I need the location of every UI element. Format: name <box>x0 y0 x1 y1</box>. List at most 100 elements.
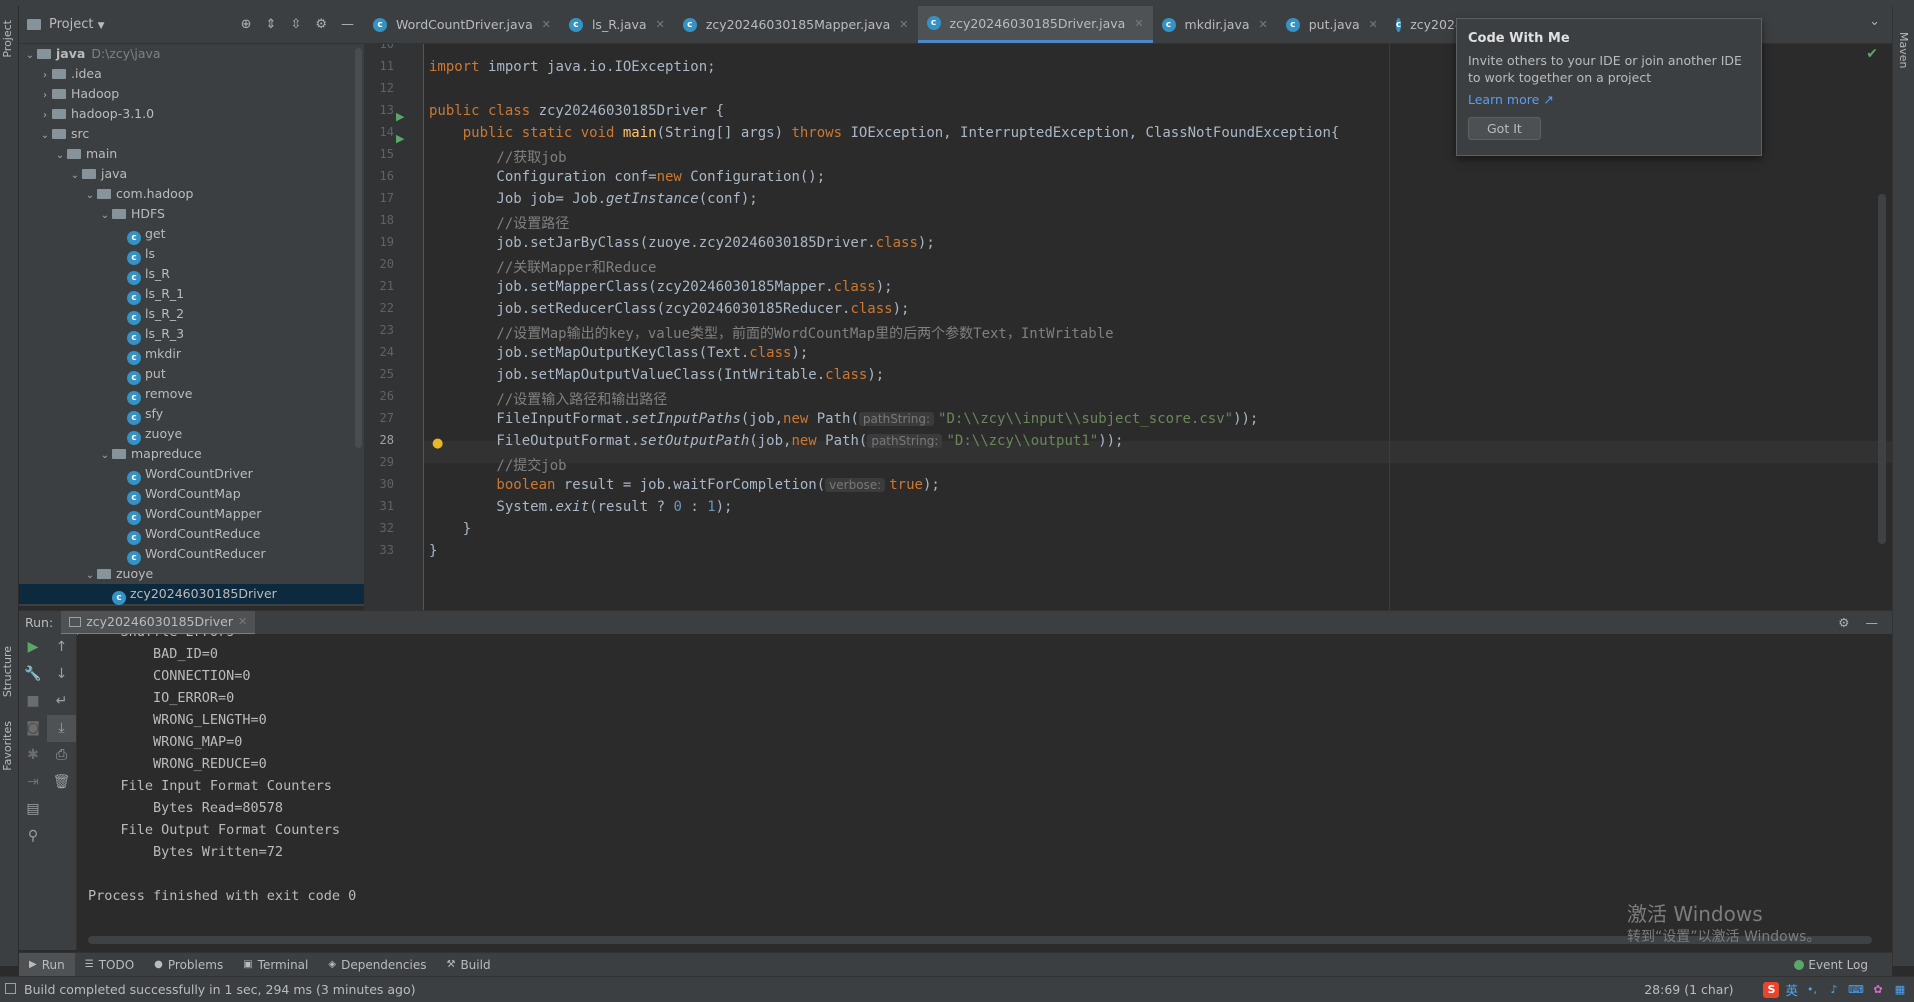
tree-item-wordcountreduce[interactable]: c WordCountReduce <box>19 524 364 545</box>
tree-item-wordcountmap[interactable]: c WordCountMap <box>19 484 364 505</box>
skin-icon[interactable]: ✿ <box>1870 982 1886 998</box>
tree-item-ls[interactable]: c ls <box>19 244 364 265</box>
layout-icon[interactable]: ▤ <box>19 796 47 823</box>
tool-tab-problems[interactable]: ● Problems <box>144 953 233 977</box>
expand-all-icon[interactable]: ⇕ <box>266 17 277 32</box>
locate-icon[interactable]: ⊕ <box>241 17 252 32</box>
learn-more-link[interactable]: Learn more ↗ <box>1468 92 1750 107</box>
chevron-down-icon[interactable]: ⌄ <box>98 206 112 226</box>
tree-item-com-hadoop[interactable]: ⌄ com.hadoop <box>19 184 364 204</box>
gear-icon[interactable]: ⚙ <box>315 17 327 32</box>
project-tool-tab[interactable]: Project <box>1 20 14 58</box>
tree-item-get[interactable]: c get <box>19 224 364 245</box>
structure-tool-tab[interactable]: Structure <box>1 646 14 697</box>
chevron-right-icon[interactable]: › <box>38 66 52 86</box>
collapse-all-icon[interactable]: ⇳ <box>290 17 301 32</box>
soft-wrap-icon[interactable]: ↵ <box>47 688 76 715</box>
close-icon[interactable]: ✕ <box>1369 18 1378 31</box>
scroll-to-end-icon[interactable]: ⤓ <box>47 715 76 742</box>
tree-item--idea[interactable]: › .idea <box>19 64 364 84</box>
close-icon[interactable]: ✕ <box>899 18 908 31</box>
tool-tab-todo[interactable]: ☰ TODO <box>75 953 144 977</box>
got-it-button[interactable]: Got It <box>1468 117 1541 140</box>
tree-item-remove[interactable]: c remove <box>19 384 364 405</box>
tree-item-hadoop-3-1-0[interactable]: › hadoop-3.1.0 <box>19 104 364 124</box>
minimize-icon[interactable]: — <box>1866 615 1879 630</box>
gear-icon[interactable]: ⚙ <box>1838 615 1849 630</box>
caret-position[interactable]: 28:69 (1 char) <box>1644 982 1733 997</box>
toolbox-icon[interactable]: ▦ <box>1892 982 1908 998</box>
chevron-down-icon[interactable]: ⌄ <box>83 566 97 586</box>
arrow-up-icon[interactable]: ↑ <box>47 634 76 661</box>
console-scrollbar[interactable] <box>88 936 1872 944</box>
status-icon[interactable] <box>5 983 16 994</box>
tree-item-hadoop[interactable]: › Hadoop <box>19 84 364 104</box>
camera-icon[interactable]: ◙ <box>19 715 47 742</box>
tool-tab-terminal[interactable]: ▣ Terminal <box>233 953 318 977</box>
chevron-down-icon[interactable]: ⌄ <box>53 146 67 166</box>
chevron-right-icon[interactable]: › <box>38 86 52 106</box>
run-gutter-icon[interactable]: ▶ <box>396 110 404 123</box>
chevron-right-icon[interactable]: › <box>38 106 52 126</box>
run-config-tab[interactable]: zcy20246030185Driver ✕ <box>61 610 256 635</box>
editor-tab[interactable]: c WordCountDriver.java ✕ <box>364 6 560 43</box>
pin-icon[interactable]: ⚲ <box>19 823 47 850</box>
chevron-down-icon[interactable]: ⌄ <box>38 126 52 146</box>
editor-tab[interactable]: c put.java ✕ <box>1277 6 1387 43</box>
ime-language[interactable]: 英 <box>1785 980 1798 999</box>
tree-item-zcy20246030185mapper[interactable]: czcy20246030185Mapper <box>19 604 364 606</box>
tree-item-sfy[interactable]: c sfy <box>19 404 364 425</box>
stop-icon[interactable]: ■ <box>19 688 47 715</box>
tree-item-zuoye[interactable]: c zuoye <box>19 424 364 445</box>
close-icon[interactable]: ✕ <box>542 18 551 31</box>
run-console[interactable]: Shuffle Errors BAD_ID=0 CONNECTION=0 IO_… <box>78 634 1892 950</box>
keyboard-icon[interactable]: ⌨ <box>1848 982 1864 998</box>
editor-tab[interactable]: c ls_R.java ✕ <box>560 6 674 43</box>
tree-item-ls-r-1[interactable]: c ls_R_1 <box>19 284 364 305</box>
close-icon[interactable]: ✕ <box>238 615 247 628</box>
tree-item-mkdir[interactable]: c mkdir <box>19 344 364 365</box>
project-view-selector[interactable]: Project ▼ <box>49 17 105 32</box>
tree-item-wordcountmapper[interactable]: c WordCountMapper <box>19 504 364 525</box>
tool-tab-dependencies[interactable]: ◈ Dependencies <box>318 953 436 977</box>
project-scrollbar[interactable] <box>355 48 362 448</box>
tree-item-hdfs[interactable]: ⌄ HDFS <box>19 204 364 224</box>
chevron-down-icon[interactable]: ⌄ <box>23 46 37 66</box>
status-message[interactable]: Build completed successfully in 1 sec, 2… <box>0 982 416 997</box>
tree-item-wordcountreducer[interactable]: c WordCountReducer <box>19 544 364 565</box>
close-icon[interactable]: ✕ <box>1259 18 1268 31</box>
arrow-down-icon[interactable]: ↓ <box>47 661 76 688</box>
tree-item-java[interactable]: ⌄ java <box>19 164 364 184</box>
sogou-icon[interactable]: S <box>1763 981 1780 998</box>
print-icon[interactable]: ⎙ <box>47 742 76 769</box>
trash-icon[interactable]: 🗑 <box>47 769 76 796</box>
minimize-icon[interactable]: — <box>341 17 354 32</box>
chevron-down-icon[interactable]: ⌄ <box>68 166 82 186</box>
tree-item-ls-r-3[interactable]: c ls_R_3 <box>19 324 364 345</box>
tree-item-ls-r[interactable]: c ls_R <box>19 264 364 285</box>
editor-tab[interactable]: c zcy20246030185Driver.java ✕ <box>917 6 1153 43</box>
tree-item-put[interactable]: c put <box>19 364 364 385</box>
chevron-down-icon[interactable]: ⌄ <box>83 186 97 206</box>
event-log-button[interactable]: Event Log <box>1794 958 1892 972</box>
tree-item-mapreduce[interactable]: ⌄ mapreduce <box>19 444 364 464</box>
tool-tab-run[interactable]: ▶ Run <box>19 952 75 977</box>
editor-scrollbar[interactable] <box>1878 194 1886 544</box>
wrench-icon[interactable]: 🔧 <box>19 661 47 688</box>
tree-item-ls-r-2[interactable]: c ls_R_2 <box>19 304 364 325</box>
rerun-icon[interactable]: ▶ <box>19 634 47 661</box>
editor-tab[interactable]: c zcy20246030185Mapper.java ✕ <box>674 6 918 43</box>
close-icon[interactable]: ✕ <box>656 18 665 31</box>
tree-item-main[interactable]: ⌄ main <box>19 144 364 164</box>
debug-icon[interactable]: ✱ <box>19 742 47 769</box>
editor-tab[interactable]: c mkdir.java ✕ <box>1153 6 1277 43</box>
tree-item-java[interactable]: ⌄ java D:\zcy\java <box>19 44 364 64</box>
punctuation-icon[interactable]: •, <box>1804 982 1820 998</box>
exit-icon[interactable]: ⇥ <box>19 769 47 796</box>
tabs-dropdown-icon[interactable]: ⌄ <box>1857 6 1892 43</box>
microphone-icon[interactable]: ♪ <box>1826 982 1842 998</box>
tree-item-wordcountdriver[interactable]: c WordCountDriver <box>19 464 364 485</box>
favorites-tool-tab[interactable]: Favorites <box>1 721 14 771</box>
close-icon[interactable]: ✕ <box>1134 17 1143 30</box>
tool-tab-build[interactable]: ⚒ Build <box>436 953 500 977</box>
